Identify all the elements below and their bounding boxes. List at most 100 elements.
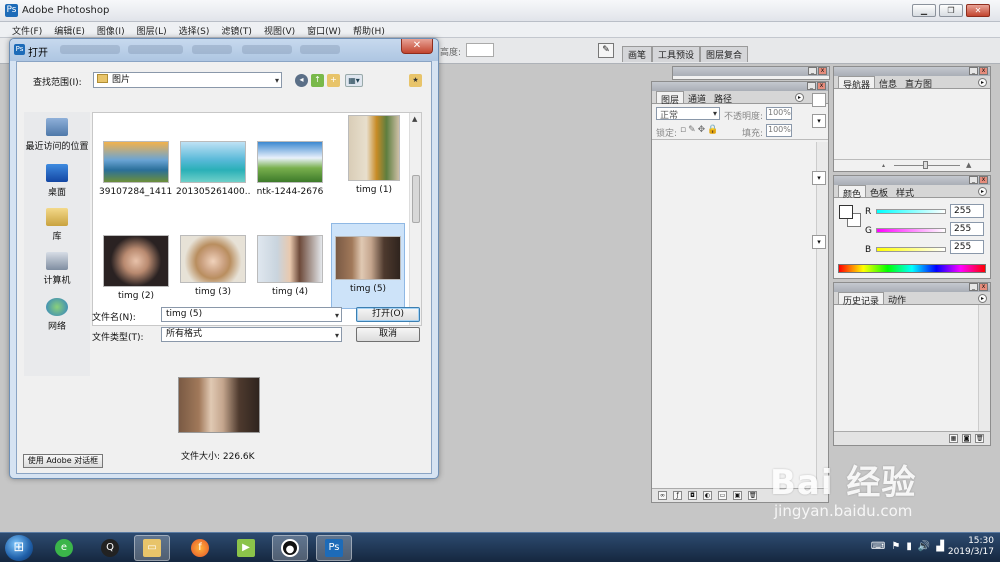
panel-minimize-icon[interactable]: _	[969, 67, 978, 75]
file-item[interactable]: ntk-1244-2676	[253, 141, 327, 197]
menu-filter[interactable]: 滤镜(T)	[215, 22, 258, 37]
taskbar-recorder[interactable]: ●	[272, 535, 308, 561]
new-snapshot-icon[interactable]: ◙	[962, 434, 971, 443]
panel-close-icon[interactable]: x	[979, 176, 988, 184]
link-layers-icon[interactable]: ∞	[658, 491, 667, 500]
back-icon[interactable]: ◂	[295, 74, 308, 87]
panel-minimize-icon[interactable]: _	[808, 67, 817, 75]
maximize-button[interactable]: ❐	[939, 4, 963, 17]
place-libraries[interactable]: 库	[24, 208, 90, 242]
menu-edit[interactable]: 编辑(E)	[48, 22, 91, 37]
tab-actions[interactable]: 动作	[884, 292, 910, 306]
red-value-input[interactable]: 255	[950, 204, 984, 218]
color-ramp[interactable]	[838, 264, 986, 273]
taskbar-360-browser[interactable]: e	[46, 535, 82, 561]
taskbar-explorer[interactable]: ▭	[134, 535, 170, 561]
tab-layers[interactable]: 图层	[656, 91, 685, 106]
place-desktop[interactable]: 桌面	[24, 164, 90, 198]
panel-menu-icon[interactable]: ▸	[978, 187, 987, 196]
panel-menu-icon[interactable]: ▸	[795, 93, 804, 102]
hidden-combo-arrow[interactable]: ▾	[812, 171, 826, 185]
delete-layer-icon[interactable]: 🗑	[748, 491, 757, 500]
tab-layer-comps[interactable]: 图层复合	[700, 46, 749, 62]
green-slider[interactable]	[876, 228, 946, 233]
taskbar-media-app[interactable]: ▶	[228, 535, 264, 561]
desktop-folder-icon[interactable]: ★	[409, 74, 422, 87]
layer-mask-icon[interactable]: ◘	[688, 491, 697, 500]
delete-state-icon[interactable]: 🗑	[975, 434, 984, 443]
tab-brushes[interactable]: 画笔	[622, 46, 653, 62]
file-list-scrollbar[interactable]: ▲ ▼	[409, 113, 421, 325]
keyboard-icon[interactable]: ⌨	[871, 541, 885, 552]
menu-layer[interactable]: 图层(L)	[131, 22, 173, 37]
file-item[interactable]: timg (4)	[253, 235, 327, 297]
place-computer[interactable]: 计算机	[24, 252, 90, 286]
panel-menu-icon[interactable]: ▸	[978, 294, 987, 303]
menu-select[interactable]: 选择(S)	[173, 22, 216, 37]
panel-minimize-icon[interactable]: _	[969, 176, 978, 184]
layer-style-icon[interactable]: ƒ	[673, 491, 682, 500]
panel-close-icon[interactable]: x	[979, 283, 988, 291]
tab-paths[interactable]: 路径	[710, 91, 736, 105]
fill-input[interactable]: 100%	[766, 124, 792, 137]
new-layer-icon[interactable]: ▣	[733, 491, 742, 500]
scrollbar-thumb[interactable]	[412, 175, 420, 223]
view-menu-icon[interactable]: ▦▾	[345, 74, 363, 87]
start-button[interactable]: ⊞	[5, 535, 33, 561]
new-document-from-state-icon[interactable]: ▦	[949, 434, 958, 443]
hidden-combo[interactable]	[812, 93, 826, 107]
new-group-icon[interactable]: ▭	[718, 491, 727, 500]
panel-minimize-icon[interactable]: _	[969, 283, 978, 291]
tab-styles[interactable]: 样式	[892, 185, 918, 199]
hidden-combo-arrow[interactable]: ▾	[812, 114, 826, 128]
file-item[interactable]: 39107284_1411...	[99, 141, 173, 197]
menu-window[interactable]: 窗口(W)	[301, 22, 347, 37]
lock-icons[interactable]: ▫✎✥🔒	[680, 125, 720, 135]
zoom-slider-handle[interactable]	[923, 161, 928, 169]
network-icon[interactable]: ▟	[936, 541, 944, 552]
filetype-select[interactable]: 所有格式 ▾	[161, 327, 342, 342]
zoom-out-icon[interactable]: ▴	[882, 162, 886, 169]
file-item[interactable]: timg (3)	[176, 235, 250, 297]
menu-help[interactable]: 帮助(H)	[347, 22, 391, 37]
use-adobe-dialog-button[interactable]: 使用 Adobe 对话框	[23, 454, 103, 468]
red-slider[interactable]	[876, 209, 946, 214]
battery-icon[interactable]: ▮	[906, 541, 912, 552]
history-scrollbar[interactable]	[978, 305, 990, 431]
blue-value-input[interactable]: 255	[950, 240, 984, 254]
taskbar-qq[interactable]: Q	[92, 535, 128, 561]
tab-color[interactable]: 颜色	[838, 185, 867, 200]
filename-input[interactable]: timg (5) ▾	[161, 307, 342, 322]
cancel-button[interactable]: 取消	[356, 327, 420, 342]
minimize-button[interactable]: ▁	[912, 4, 936, 17]
tab-info[interactable]: 信息	[875, 76, 901, 90]
panel-menu-icon[interactable]: ▸	[978, 78, 987, 87]
taskbar-photoshop[interactable]: Ps	[316, 535, 352, 561]
file-item[interactable]: timg (2)	[99, 235, 173, 301]
blend-mode-select[interactable]: 正常 ▾	[656, 107, 720, 121]
adjustment-layer-icon[interactable]: ◐	[703, 491, 712, 500]
menu-file[interactable]: 文件(F)	[6, 22, 48, 37]
tab-swatches[interactable]: 色板	[866, 185, 892, 199]
open-button[interactable]: 打开(O)	[356, 307, 420, 322]
tab-tool-presets[interactable]: 工具预设	[652, 46, 701, 62]
new-folder-icon[interactable]: +	[327, 74, 340, 87]
place-network[interactable]: 网络	[24, 298, 90, 332]
zoom-in-icon[interactable]: ▲	[966, 161, 971, 169]
tab-history[interactable]: 历史记录	[838, 292, 885, 307]
panel-close-icon[interactable]: x	[818, 67, 827, 75]
green-value-input[interactable]: 255	[950, 222, 984, 236]
blue-slider[interactable]	[876, 247, 946, 252]
scroll-up-icon[interactable]: ▲	[412, 115, 417, 123]
opacity-input[interactable]: 100%	[766, 107, 792, 120]
up-folder-icon[interactable]: ↑	[311, 74, 324, 87]
dialog-title-bar[interactable]: Ps 打开 ✕	[10, 39, 438, 61]
taskbar-firefox[interactable]: f	[182, 535, 218, 561]
menu-view[interactable]: 视图(V)	[258, 22, 301, 37]
tab-histogram[interactable]: 直方图	[901, 76, 936, 90]
file-item[interactable]: timg (1)	[337, 115, 411, 195]
volume-icon[interactable]: 🔊	[918, 541, 930, 552]
file-item[interactable]: 201305261400...	[176, 141, 250, 197]
file-item-selected[interactable]: timg (5)	[331, 223, 405, 309]
hidden-combo-arrow[interactable]: ▾	[812, 235, 826, 249]
